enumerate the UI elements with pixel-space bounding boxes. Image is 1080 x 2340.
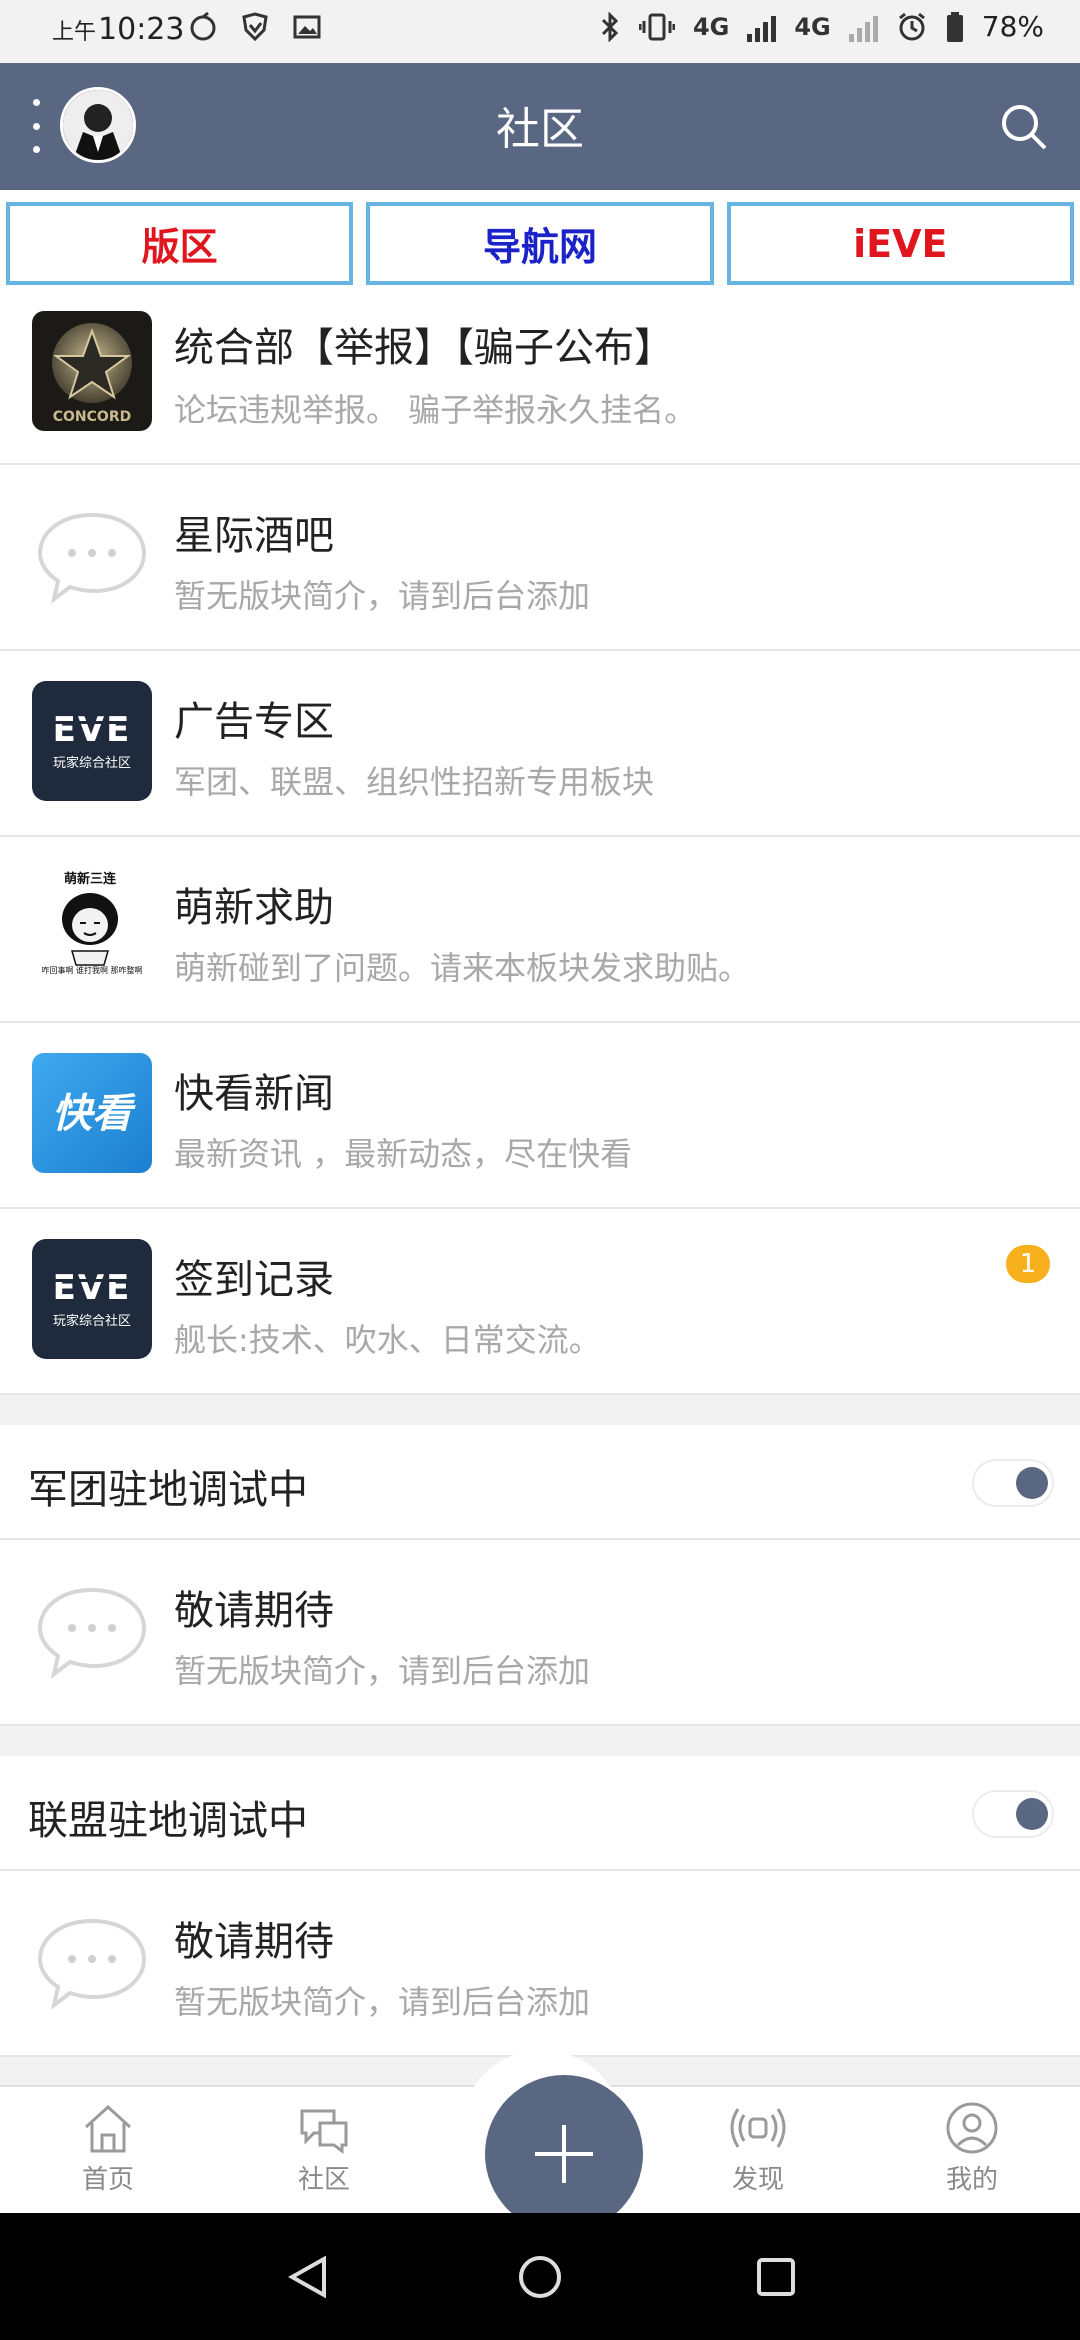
svg-text:EVE: EVE [53,710,132,750]
forum-list: CONCORD 统合部【举报】【骗子公布】 论坛违规举报。 骗子举报永久挂名。 … [0,297,1080,2057]
group-toggle[interactable] [972,1459,1054,1507]
section-divider [0,1726,1080,1756]
chat-bubble-icon [32,1570,152,1690]
tab-profile[interactable]: 我的 [912,2101,1032,2196]
status-time: 上午10:23 [52,12,184,47]
eve-logo-icon: EVE 玩家综合社区 [32,1239,152,1359]
discover-icon [730,2108,786,2148]
meme-icon: 萌新三连 咋回事啊 谁打我啊 那咋整啊 [32,867,152,987]
shield-icon [242,12,268,42]
forum-description: 暂无版块简介，请到后台添加 [174,577,591,615]
link-label-daohang: 导航网 [482,225,597,269]
system-nav-bar [0,2213,1080,2340]
forum-description: 最新资讯 ，最新动态，尽在快看 [174,1135,633,1173]
forum-description: 论坛违规举报。 骗子举报永久挂名。 [174,391,697,429]
forum-name: 签到记录 [174,1257,334,1303]
forum-item[interactable]: 萌新三连 咋回事啊 谁打我啊 那咋整啊 萌新求助 萌新碰到了问题。请来本板块发求… [0,837,1080,1023]
home-icon [84,2104,132,2153]
quick-link-row: 版区 导航网 iEVE [0,190,1080,297]
link-button-banqu[interactable]: 版区 [6,202,354,285]
back-icon[interactable] [288,2255,328,2299]
concord-icon: CONCORD [32,311,152,431]
forum-description: 舰长:技术、吹水、日常交流。 [174,1321,601,1359]
kuaikan-icon: 快看 [32,1053,152,1173]
bluetooth-icon [601,11,619,42]
unread-badge: 1 [1006,1245,1050,1283]
link-label-ieve: iEVE [853,221,948,266]
search-icon[interactable] [998,101,1050,153]
profile-icon [946,2102,998,2154]
recents-icon[interactable] [756,2257,796,2297]
forum-description: 暂无版块简介，请到后台添加 [174,1983,591,2021]
forum-name: 快看新闻 [174,1071,334,1117]
tab-label: 社区 [297,2165,350,2195]
home-nav-icon[interactable] [518,2255,562,2299]
status-bar: 上午10:23 4G 4G 78% [0,0,1080,63]
forum-name: 萌新求助 [174,885,334,931]
image-icon [293,15,321,39]
forum-name: 统合部【举报】【骗子公布】 [174,325,674,371]
forum-item[interactable]: EVE 玩家综合社区 广告专区 军团、联盟、组织性招新专用板块 [0,651,1080,837]
eve-logo-icon: EVE 玩家综合社区 [32,681,152,801]
svg-text:EVE: EVE [53,1268,132,1308]
tab-discover[interactable]: 发现 [698,2101,818,2196]
time-value: 10:23 [98,12,185,47]
chat-bubble-icon [32,495,152,615]
tab-label: 首页 [81,2165,134,2195]
meme-caption-bottom: 咋回事啊 谁打我啊 那咋整啊 [41,965,142,975]
forum-name: 星际酒吧 [174,513,334,559]
tab-community[interactable]: 社区 [264,2101,384,2196]
forum-item[interactable]: EVE 玩家综合社区 签到记录 舰长:技术、吹水、日常交流。 1 [0,1209,1080,1395]
signal-icon-2 [848,12,878,42]
forum-name: 敬请期待 [174,1588,334,1634]
forum-description: 军团、联盟、组织性招新专用板块 [174,763,655,801]
forum-item[interactable]: CONCORD 统合部【举报】【骗子公布】 论坛违规举报。 骗子举报永久挂名。 [0,297,1080,465]
netease-icon [190,12,216,41]
meme-caption-top: 萌新三连 [64,871,117,887]
forum-item[interactable]: 快看 快看新闻 最新资讯 ，最新动态，尽在快看 [0,1023,1080,1209]
community-icon [300,2109,348,2154]
group-title: 联盟驻地调试中 [28,1798,308,1844]
vibrate-icon [638,13,675,40]
forum-description: 暂无版块简介，请到后台添加 [174,1652,591,1690]
tab-label: 发现 [731,2165,784,2195]
network-type-2: 4G [794,12,831,41]
forum-name: 广告专区 [174,699,334,745]
add-post-button[interactable] [485,2075,643,2233]
tab-label: 我的 [945,2165,998,2195]
link-label-banqu: 版区 [141,225,218,269]
time-prefix: 上午 [52,20,97,45]
alarm-icon [898,12,925,40]
svg-text:CONCORD: CONCORD [53,409,131,425]
chat-bubble-icon [32,1901,152,2021]
link-button-ieve[interactable]: iEVE [726,202,1074,285]
signal-icon-1 [747,12,777,42]
icon-caption: 玩家综合社区 [53,755,131,771]
section-divider [0,1395,1080,1425]
kuaikan-logo-text: 快看 [52,1091,136,1137]
icon-caption: 玩家综合社区 [53,1313,131,1329]
forum-name: 敬请期待 [174,1919,334,1965]
link-button-daohang[interactable]: 导航网 [366,202,714,285]
page-title: 社区 [496,104,584,155]
forum-item[interactable]: 敬请期待 暂无版块简介，请到后台添加 [0,1871,1080,2057]
battery-level: 78% [981,10,1044,43]
tab-home[interactable]: 首页 [48,2101,168,2196]
battery-icon [946,11,963,42]
forum-description: 萌新碰到了问题。请来本板块发求助贴。 [174,949,751,987]
group-header[interactable]: 军团驻地调试中 [0,1425,1080,1540]
group-header[interactable]: 联盟驻地调试中 [0,1756,1080,1871]
app-bar: 社区 [0,63,1080,190]
group-toggle[interactable] [972,1790,1054,1838]
network-type-1: 4G [692,12,730,41]
forum-item[interactable]: 星际酒吧 暂无版块简介，请到后台添加 [0,465,1080,651]
status-right: 4G 4G 78% [599,10,1044,43]
forum-item[interactable]: 敬请期待 暂无版块简介，请到后台添加 [0,1540,1080,1726]
group-title: 军团驻地调试中 [28,1467,308,1513]
notification-icons [188,12,322,42]
